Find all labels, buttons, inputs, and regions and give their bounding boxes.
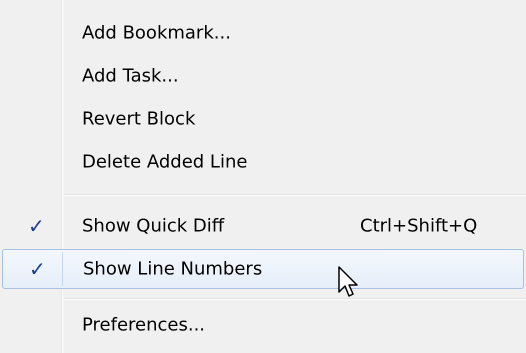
menu-item-label: Add Bookmark... [82,22,231,44]
menu-item-label: Show Line Numbers [83,258,263,280]
context-menu: Add Bookmark... Add Task... Revert Block… [0,0,526,353]
hover-gutter-divider [62,252,63,286]
menu-item-revert-block[interactable]: Revert Block [0,99,526,139]
menu-item-show-quick-diff[interactable]: ✓ Show Quick Diff Ctrl+Shift+Q [0,206,526,246]
menu-item-label: Preferences... [82,314,206,336]
menu-item-preferences[interactable]: Preferences... [0,305,526,345]
menu-separator [64,298,526,300]
menu-item-label: Add Task... [82,65,179,87]
checkmark-icon: ✓ [29,257,46,281]
menu-item-add-task[interactable]: Add Task... [0,56,526,96]
arrow-pointer-icon [338,266,360,300]
menu-item-shortcut: Ctrl+Shift+Q [360,215,478,237]
menu-item-label: Delete Added Line [82,151,248,173]
menu-separator [64,194,526,196]
menu-item-delete-added-line[interactable]: Delete Added Line [0,142,526,182]
menu-item-show-line-numbers[interactable]: ✓ Show Line Numbers [2,249,524,289]
menu-item-add-bookmark[interactable]: Add Bookmark... [0,13,526,53]
checkmark-icon: ✓ [28,214,45,238]
menu-item-label: Show Quick Diff [82,215,225,237]
menu-item-label: Revert Block [82,108,196,130]
